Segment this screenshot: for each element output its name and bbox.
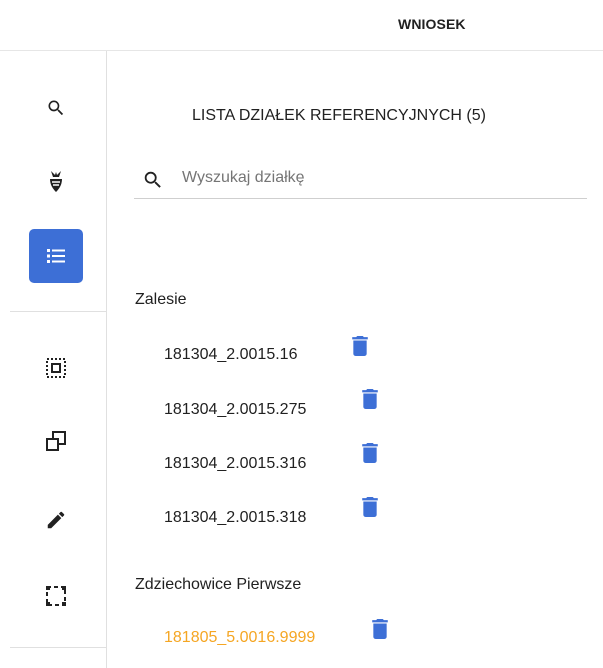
- sidebar-divider: [10, 647, 106, 648]
- select-area-icon: [46, 358, 66, 378]
- group-label: Zdziechowice Pierwsze: [135, 576, 302, 593]
- tab-wniosek[interactable]: WNIOSEK: [398, 16, 466, 32]
- tool-sidebar: [0, 51, 107, 668]
- edit-button[interactable]: [29, 493, 83, 547]
- delete-icon[interactable]: [351, 336, 369, 356]
- crop-tool-button[interactable]: [29, 154, 83, 208]
- parcel-item[interactable]: 181304_2.0015.275: [164, 401, 306, 419]
- delete-icon[interactable]: [361, 443, 379, 463]
- parcel-item[interactable]: 181304_2.0015.16: [164, 346, 297, 364]
- copy-icon: [46, 431, 66, 451]
- search-tool-button[interactable]: [29, 81, 83, 135]
- selection-frame-icon: [46, 586, 66, 606]
- search-icon: [48, 100, 64, 116]
- list-icon: [47, 249, 65, 263]
- page-title: LISTA DZIAŁEK REFERENCYJNYCH (5): [192, 107, 486, 124]
- search-icon: [144, 171, 161, 188]
- parcel-list-panel: LISTA DZIAŁEK REFERENCYJNYCH (5) Zalesie…: [107, 51, 603, 668]
- select-area-button[interactable]: [29, 341, 83, 395]
- selection-frame-button[interactable]: [29, 569, 83, 623]
- parcel-item[interactable]: 181304_2.0015.316: [164, 455, 306, 473]
- delete-icon[interactable]: [361, 497, 379, 517]
- parcel-list-button[interactable]: [29, 229, 83, 283]
- pencil-icon: [47, 511, 65, 529]
- group-label: Zalesie: [135, 291, 187, 308]
- search-field: [134, 160, 587, 199]
- parcel-item[interactable]: 181304_2.0015.318: [164, 509, 306, 527]
- top-bar: WNIOSEK: [0, 0, 603, 51]
- parcel-item[interactable]: 181805_5.0016.9999: [164, 629, 315, 647]
- delete-icon[interactable]: [361, 389, 379, 409]
- copy-button[interactable]: [29, 414, 83, 468]
- delete-icon[interactable]: [371, 619, 389, 639]
- crop-icon: [50, 171, 62, 192]
- search-input[interactable]: [182, 166, 577, 190]
- sidebar-divider: [10, 311, 106, 312]
